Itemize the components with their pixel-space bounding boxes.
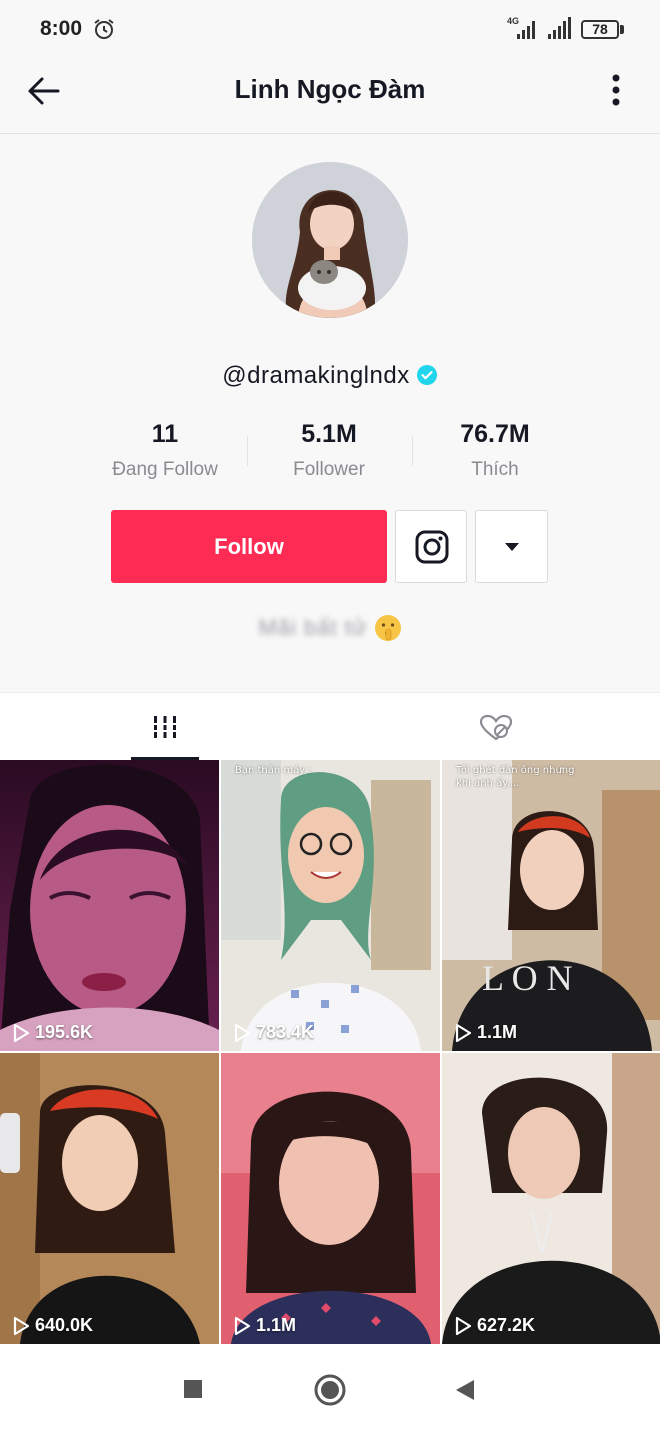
- video-thumbnail-image: [0, 1053, 219, 1344]
- nav-bar: Linh Ngọc Đàm: [0, 60, 660, 134]
- view-count-text: 195.6K: [35, 1022, 94, 1042]
- suggested-accounts-button[interactable]: [475, 510, 548, 583]
- view-count: 1.1M: [233, 1315, 296, 1336]
- tab-videos[interactable]: [0, 693, 330, 761]
- bio: Mãi bất tử: [0, 614, 660, 642]
- stat-following[interactable]: 11 Đang Follow: [83, 420, 247, 481]
- stat-followers[interactable]: 5.1M Follower: [247, 420, 411, 481]
- shushing-face-emoji-icon: [374, 615, 401, 642]
- view-count-text: 627.2K: [477, 1315, 536, 1335]
- video-thumbnail[interactable]: 627.2K: [442, 1053, 660, 1344]
- profile-tabs: [0, 692, 660, 760]
- video-thumbnail-image: [0, 760, 219, 1051]
- username: @dramakinglndx: [0, 362, 660, 390]
- video-thumbnail[interactable]: 640.0K: [0, 1053, 219, 1344]
- followers-count: 5.1M: [301, 420, 357, 448]
- followers-label: Follower: [293, 459, 365, 480]
- video-thumbnail[interactable]: 195.6K: [0, 760, 219, 1051]
- video-thumbnail[interactable]: Bạn thân máy : 783.4K: [221, 760, 440, 1051]
- view-count-text: 1.1M: [477, 1022, 518, 1042]
- play-outline-icon: [455, 1023, 472, 1042]
- signal-4g-icon: 4G: [507, 16, 535, 39]
- video-caption: Bạn thân máy :: [235, 765, 312, 776]
- view-count: 627.2K: [454, 1315, 535, 1336]
- video-thumbnail-image: L O N: [442, 760, 660, 1051]
- likes-label: Thích: [471, 459, 519, 480]
- video-thumbnail[interactable]: L O N Tôi ghét đàn ông nhưng khi anh ấy.…: [442, 760, 660, 1051]
- play-outline-icon: [13, 1023, 30, 1042]
- video-thumbnail-image: [221, 1053, 440, 1344]
- tab-liked[interactable]: [330, 693, 660, 761]
- battery-cap: [620, 25, 624, 34]
- status-bar: 8:00 4G 78: [0, 0, 660, 60]
- caption-text: Tôi ghét đàn ông nhưng khi anh ấy....: [456, 765, 575, 789]
- username-text: @dramakinglndx: [222, 362, 410, 389]
- alarm-icon: [94, 19, 114, 39]
- likes-count: 76.7M: [460, 420, 530, 448]
- following-count: 11: [151, 420, 179, 448]
- view-count-text: 783.4K: [256, 1022, 315, 1042]
- video-thumbnail-image: [442, 1053, 660, 1344]
- play-outline-icon: [13, 1316, 30, 1335]
- view-count: 640.0K: [12, 1315, 93, 1336]
- back-triangle-icon[interactable]: [454, 1378, 476, 1402]
- view-count: 1.1M: [454, 1022, 517, 1043]
- video-thumbnail-image: [221, 760, 440, 1051]
- signal-icon: [548, 17, 571, 39]
- view-count: 195.6K: [12, 1022, 93, 1043]
- play-outline-icon: [234, 1023, 251, 1042]
- play-outline-icon: [455, 1316, 472, 1335]
- stat-likes: 76.7M Thích: [413, 420, 577, 481]
- liked-hidden-icon: [479, 714, 513, 741]
- avatar[interactable]: [252, 162, 408, 318]
- instagram-icon: [415, 530, 449, 564]
- video-caption: Tôi ghét đàn ông nhưng khi anh ấy....: [456, 764, 576, 790]
- view-count-text: 640.0K: [35, 1315, 94, 1335]
- follow-button[interactable]: Follow: [111, 510, 387, 583]
- page-title: Linh Ngọc Đàm: [234, 74, 426, 104]
- system-navigation-bar: [0, 1348, 660, 1429]
- caret-down-icon: [505, 543, 519, 551]
- network-label: 4G: [507, 16, 519, 26]
- following-label: Đang Follow: [112, 459, 218, 480]
- more-options-icon[interactable]: [604, 72, 628, 110]
- status-time: 8:00: [40, 17, 83, 40]
- home-icon[interactable]: [314, 1374, 346, 1406]
- instagram-button[interactable]: [395, 510, 467, 583]
- grid-icon: [152, 716, 178, 738]
- bio-text: Mãi bất tử: [258, 615, 368, 641]
- view-count: 783.4K: [233, 1022, 314, 1043]
- play-outline-icon: [234, 1316, 251, 1335]
- recent-apps-icon[interactable]: [183, 1379, 203, 1399]
- verified-badge-icon: [416, 365, 437, 385]
- battery-icon: 78: [581, 20, 619, 39]
- svg-text:L O N: L O N: [482, 958, 573, 998]
- video-thumbnail[interactable]: 1.1M: [221, 1053, 440, 1344]
- view-count-text: 1.1M: [256, 1315, 297, 1335]
- profile-section: @dramakinglndx 11 Đang Follow 5.1M Follo…: [0, 134, 660, 692]
- avatar-photo: [252, 162, 408, 318]
